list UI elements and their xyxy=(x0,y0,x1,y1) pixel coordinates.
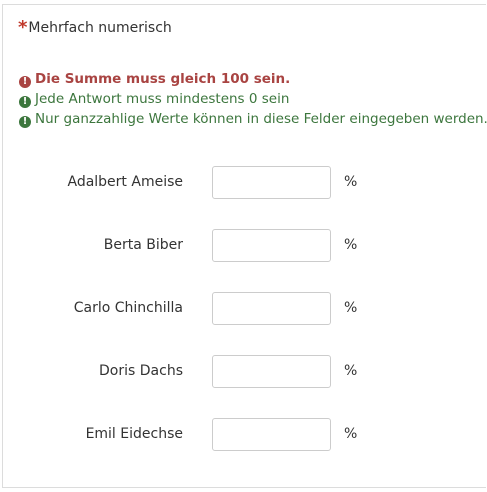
question-text: Mehrfach numerisch xyxy=(28,20,172,36)
answer-row: Emil Eidechse % xyxy=(3,418,487,452)
tip-min-value: ! Jede Antwort muss mindestens 0 sein xyxy=(19,89,487,109)
percent-unit: % xyxy=(344,237,358,253)
tip-text: Jede Antwort muss mindestens 0 sein xyxy=(35,91,290,107)
question-title: *Mehrfach numerisch xyxy=(18,17,172,38)
tip-integer-only: ! Nur ganzzahlige Werte können in diese F… xyxy=(19,109,487,129)
answer-input-adalbert-ameise[interactable] xyxy=(212,166,331,199)
exclamation-circle-icon: ! xyxy=(19,76,31,88)
percent-unit: % xyxy=(344,363,358,379)
percent-unit: % xyxy=(344,426,358,442)
answer-label: Emil Eidechse xyxy=(85,426,183,442)
answer-row: Berta Biber % xyxy=(3,229,487,263)
answer-row: Doris Dachs % xyxy=(3,355,487,389)
tip-text: Die Summe muss gleich 100 sein. xyxy=(35,71,291,87)
answer-input-berta-biber[interactable] xyxy=(212,229,331,262)
exclamation-circle-icon: ! xyxy=(19,96,31,108)
answer-label: Doris Dachs xyxy=(99,363,183,379)
answer-label: Carlo Chinchilla xyxy=(73,300,183,316)
percent-unit: % xyxy=(344,300,358,316)
percent-unit: % xyxy=(344,174,358,190)
validation-tips: ! Die Summe muss gleich 100 sein. ! Jede A… xyxy=(19,69,487,129)
tip-sum-error: ! Die Summe muss gleich 100 sein. xyxy=(19,69,487,89)
answer-input-doris-dachs[interactable] xyxy=(212,355,331,388)
question-card: *Mehrfach numerisch ! Die Summe muss glei… xyxy=(2,4,487,488)
answer-input-carlo-chinchilla[interactable] xyxy=(212,292,331,325)
answer-label: Adalbert Ameise xyxy=(67,174,183,190)
answer-row: Carlo Chinchilla % xyxy=(3,292,487,326)
required-asterisk: * xyxy=(18,17,28,38)
answer-row: Adalbert Ameise % xyxy=(3,166,487,200)
tip-text: Nur ganzzahlige Werte können in diese Fe… xyxy=(35,111,487,127)
answer-label: Berta Biber xyxy=(103,237,183,253)
exclamation-circle-icon: ! xyxy=(19,116,31,128)
answer-input-emil-eidechse[interactable] xyxy=(212,418,331,451)
